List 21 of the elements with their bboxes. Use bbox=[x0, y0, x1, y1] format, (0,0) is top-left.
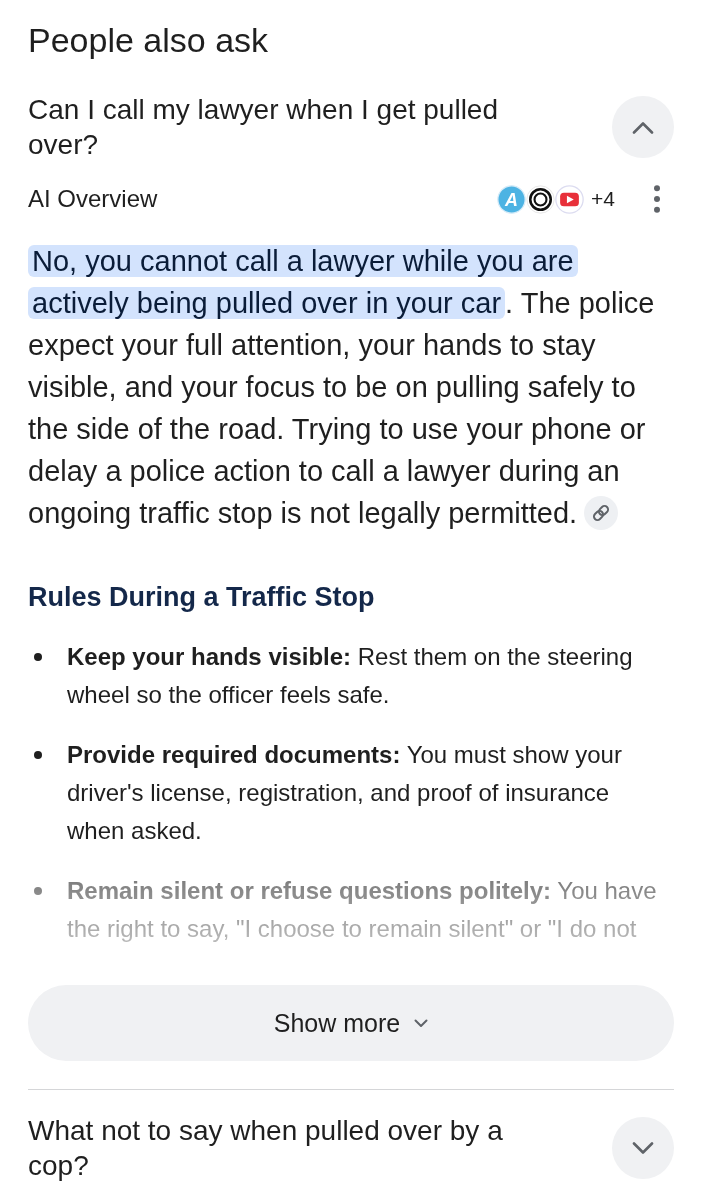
bullet-text: Provide required documents: You must show your driver's license, registration, and proof of insurance when asked. bbox=[67, 740, 623, 846]
bullet-icon bbox=[34, 887, 42, 895]
bullet-icon bbox=[34, 653, 42, 661]
chevron-up-icon bbox=[632, 120, 654, 134]
ai-overview-label: AI Overview bbox=[28, 185, 159, 213]
rings-logo-icon[interactable] bbox=[526, 184, 556, 214]
more-options-icon[interactable] bbox=[653, 185, 661, 213]
chevron-down-icon bbox=[414, 1018, 429, 1028]
section-title: People also ask bbox=[28, 20, 270, 60]
show-more-button[interactable]: Show more bbox=[28, 985, 674, 1061]
link-icon[interactable] bbox=[584, 496, 618, 530]
chevron-down-icon bbox=[632, 1141, 654, 1155]
answer-paragraph: No, you cannot call a lawyer while you are actively being pulled over in your car. The police expect your full attention, your hands to stay visible, and your focus to be on pulling safely to the side of the road. Trying to use your phone or delay a police action to call a lawyer during an ongoing traffic stop is not legally permitted. bbox=[28, 244, 656, 531]
more-sources-count[interactable]: +4 bbox=[591, 187, 615, 211]
bullet-icon bbox=[34, 751, 42, 759]
question-text[interactable]: Can I call my lawyer when I get pulled over? bbox=[28, 92, 548, 162]
section-heading: Rules During a Traffic Stop bbox=[28, 581, 376, 614]
question-text[interactable]: What not to say when pulled over by a cop? bbox=[28, 1113, 548, 1183]
bullet-text: Remain silent or refuse questions politely: You have the right to say, "I choose to remain silent" or "I do not bbox=[67, 876, 658, 944]
play-logo-icon[interactable] bbox=[555, 184, 585, 214]
bullet-text: Keep your hands visible: Rest them on the steering wheel so the officer feels safe. bbox=[67, 642, 634, 710]
